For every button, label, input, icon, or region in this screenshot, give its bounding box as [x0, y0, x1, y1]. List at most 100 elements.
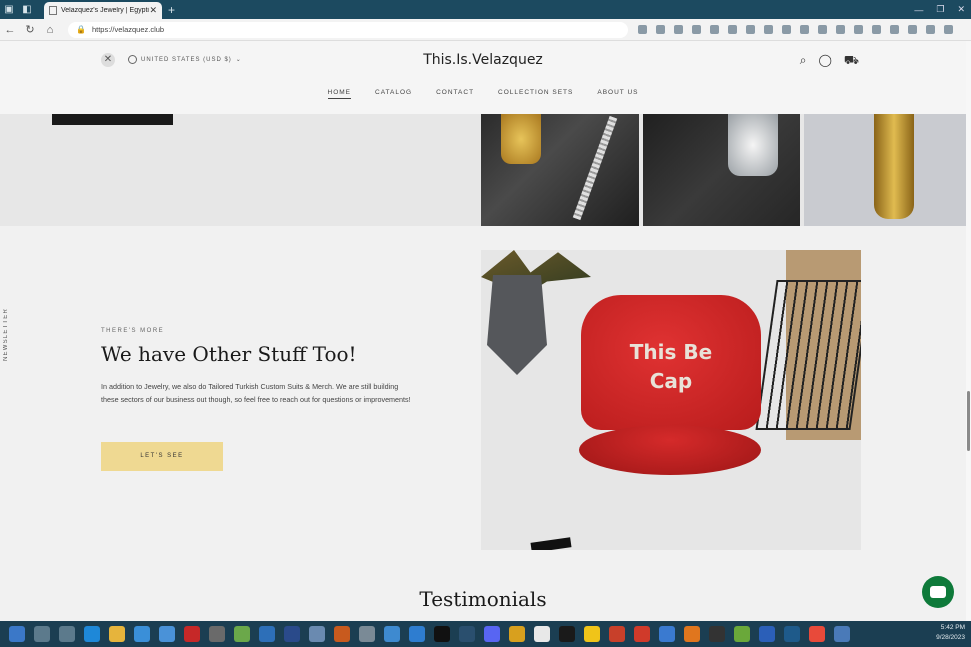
taskbar	[0, 621, 971, 647]
promo-body: In addition to Jewelry, we also do Tailo…	[101, 382, 411, 404]
header-icons: ⌕ ◯ ⛟	[800, 53, 859, 69]
web-page: ✕ UNITED STATES (USD $) ⌄ This.Is.Velazq…	[0, 41, 966, 621]
steam-icon[interactable]	[458, 626, 475, 642]
extension-icon[interactable]	[836, 25, 845, 34]
tab-title: Velazquez's Jewelry | Egyptian Silv	[61, 7, 149, 14]
app-icon[interactable]	[183, 626, 200, 642]
jewelry-photo[interactable]	[481, 114, 639, 226]
app-icon[interactable]	[508, 626, 525, 642]
workspaces-icon[interactable]: ▣	[0, 0, 18, 19]
extension-icon[interactable]	[944, 25, 953, 34]
lock-icon: 🔒	[76, 25, 86, 34]
close-window-icon[interactable]: ✕	[957, 4, 965, 15]
app-icon[interactable]	[608, 626, 625, 642]
extension-icon[interactable]	[908, 25, 917, 34]
cart-icon[interactable]: ⛟	[844, 53, 859, 69]
extension-icon[interactable]	[854, 25, 863, 34]
extension-icon[interactable]	[746, 25, 755, 34]
restore-icon[interactable]: ❐	[936, 4, 944, 15]
cap-print-line: Cap	[649, 369, 693, 393]
tab-actions-icon[interactable]: ◧	[18, 0, 36, 19]
screen: ▣ ◧ Velazquez's Jewelry | Egyptian Silv …	[0, 0, 971, 647]
app-icon[interactable]	[208, 626, 225, 642]
scrollbar-thumb[interactable]	[967, 391, 970, 451]
app-icon[interactable]	[533, 626, 550, 642]
extension-icon[interactable]	[764, 25, 773, 34]
extension-icon[interactable]	[890, 25, 899, 34]
app-icon[interactable]	[283, 626, 300, 642]
store-icon[interactable]	[133, 626, 150, 642]
app-icon[interactable]	[258, 626, 275, 642]
app-icon[interactable]	[833, 626, 850, 642]
minimize-icon[interactable]: —	[914, 5, 923, 15]
app-icon[interactable]	[708, 626, 725, 642]
new-tab-icon[interactable]: +	[168, 3, 175, 17]
start-icon[interactable]	[8, 626, 25, 642]
nav-home[interactable]: HOME	[327, 89, 351, 99]
extension-icon[interactable]	[926, 25, 935, 34]
discord-icon[interactable]	[483, 626, 500, 642]
nav-about-us[interactable]: ABOUT US	[597, 89, 638, 99]
nav-catalog[interactable]: CATALOG	[375, 89, 412, 99]
url-field[interactable]: 🔒 https://velazquez.club	[68, 21, 628, 38]
extension-icon[interactable]	[728, 25, 737, 34]
gold-pendant	[874, 114, 914, 219]
extensions	[638, 25, 953, 34]
newsletter-tab[interactable]: NEWSLETTER	[3, 308, 9, 361]
extension-icon[interactable]	[710, 25, 719, 34]
task-view-icon[interactable]	[58, 626, 75, 642]
app-icon[interactable]	[658, 626, 675, 642]
lets-see-button[interactable]: LET'S SEE	[101, 442, 223, 471]
app-icon[interactable]	[358, 626, 375, 642]
sticky-notes-icon[interactable]	[583, 626, 600, 642]
search-icon[interactable]	[33, 626, 50, 642]
edge-icon[interactable]	[83, 626, 100, 642]
page-icon	[49, 6, 57, 15]
scrollbar[interactable]	[966, 41, 971, 621]
nav-contact[interactable]: CONTACT	[436, 89, 474, 99]
extension-icon[interactable]	[638, 25, 647, 34]
extension-icon[interactable]	[692, 25, 701, 34]
black-object	[530, 537, 572, 550]
extension-icon[interactable]	[872, 25, 881, 34]
cap-print-line: This Be	[629, 340, 713, 364]
extension-icon[interactable]	[818, 25, 827, 34]
chrome-icon[interactable]	[808, 626, 825, 642]
refresh-icon[interactable]: ↻	[20, 23, 40, 36]
back-icon[interactable]: ←	[0, 24, 20, 36]
extension-icon[interactable]	[782, 25, 791, 34]
search-icon[interactable]: ⌕	[800, 53, 807, 69]
app-icon[interactable]	[333, 626, 350, 642]
app-icon[interactable]	[408, 626, 425, 642]
app-icon[interactable]	[558, 626, 575, 642]
chat-icon	[930, 586, 946, 598]
nav-collection-sets[interactable]: COLLECTION SETS	[498, 89, 573, 99]
app-icon[interactable]	[433, 626, 450, 642]
app-icon[interactable]	[683, 626, 700, 642]
dark-button[interactable]	[52, 114, 173, 125]
app-icon[interactable]	[233, 626, 250, 642]
app-icon[interactable]	[383, 626, 400, 642]
chat-button[interactable]	[922, 576, 954, 608]
window-controls: — ❐ ✕	[914, 0, 965, 19]
app-icon[interactable]	[733, 626, 750, 642]
app-icon[interactable]	[633, 626, 650, 642]
mail-icon[interactable]	[158, 626, 175, 642]
system-clock[interactable]: 5:42 PM 9/28/2023	[936, 623, 965, 643]
app-icon[interactable]	[308, 626, 325, 642]
file-explorer-icon[interactable]	[108, 626, 125, 642]
account-icon[interactable]: ◯	[818, 53, 831, 69]
jewelry-photo[interactable]	[804, 114, 966, 226]
close-tab-icon[interactable]: ✕	[149, 5, 157, 16]
jewelry-photo[interactable]	[643, 114, 800, 226]
extension-icon[interactable]	[674, 25, 683, 34]
extension-icon[interactable]	[656, 25, 665, 34]
clock-time: 5:42 PM	[940, 624, 965, 631]
app-icon[interactable]	[783, 626, 800, 642]
browser-tab[interactable]: Velazquez's Jewelry | Egyptian Silv ✕	[44, 2, 162, 19]
browser-tab-bar: ▣ ◧ Velazquez's Jewelry | Egyptian Silv …	[0, 0, 971, 19]
home-icon[interactable]: ⌂	[40, 24, 60, 36]
word-icon[interactable]	[758, 626, 775, 642]
extension-icon[interactable]	[800, 25, 809, 34]
gold-pendant	[501, 114, 541, 164]
